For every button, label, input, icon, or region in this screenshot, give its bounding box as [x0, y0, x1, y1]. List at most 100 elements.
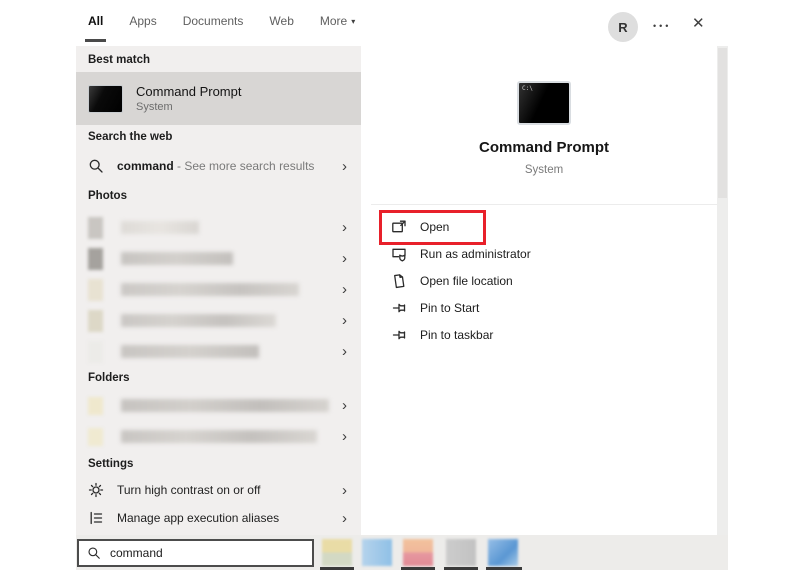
action-open-file-location[interactable]: Open file location	[371, 267, 717, 294]
taskbar-app-icon-1[interactable]	[322, 539, 352, 566]
photo-thumbnail-redacted	[88, 279, 103, 301]
redacted-text	[121, 221, 199, 234]
action-label: Run as administrator	[420, 247, 531, 261]
action-open[interactable]: Open	[371, 213, 717, 240]
scrollbar[interactable]	[717, 46, 728, 570]
photo-thumbnail-redacted	[88, 310, 103, 332]
photo-thumbnail-redacted	[88, 341, 103, 363]
search-icon	[87, 546, 101, 560]
tab-apps[interactable]: Apps	[129, 14, 156, 34]
tab-apps-label: Apps	[129, 14, 156, 28]
best-match-title: Command Prompt	[136, 84, 241, 99]
tab-all[interactable]: All	[88, 14, 103, 34]
web-search-text: command - See more search results	[117, 159, 314, 173]
open-icon	[391, 219, 407, 235]
preview-subtitle: System	[371, 164, 717, 176]
chevron-right-icon: ›	[342, 220, 347, 235]
taskbar-app-icon-3[interactable]	[403, 539, 433, 566]
chevron-right-icon: ›	[342, 344, 347, 359]
folder-icon-redacted	[88, 397, 103, 415]
redacted-text	[121, 430, 317, 443]
search-input[interactable]	[110, 546, 304, 560]
scrollbar-thumb[interactable]	[718, 48, 727, 198]
search-filter-tabs: All Apps Documents Web More ▾	[88, 14, 355, 34]
preview-panel: C:\ Command Prompt System Open Run as ad…	[371, 57, 717, 537]
folder-icon-redacted	[88, 428, 103, 446]
taskbar-app-icon-4[interactable]	[446, 539, 476, 566]
section-label-folders: Folders	[88, 372, 130, 384]
high-contrast-icon	[88, 482, 104, 498]
tab-web-label: Web	[269, 14, 293, 28]
chevron-right-icon: ›	[342, 398, 347, 413]
action-list: Open Run as administrator Open file loca…	[371, 213, 717, 348]
more-options-icon[interactable]: •••	[653, 21, 671, 31]
action-label: Open	[420, 220, 449, 234]
file-location-icon	[391, 273, 407, 289]
action-label: Pin to Start	[420, 301, 479, 315]
pin-icon	[391, 300, 407, 316]
photo-result-row[interactable]: ›	[76, 212, 361, 243]
section-label-photos: Photos	[88, 190, 127, 202]
folder-result-row[interactable]: ›	[76, 421, 361, 452]
command-prompt-icon-large: C:\	[517, 81, 571, 125]
tab-more[interactable]: More ▾	[320, 14, 355, 34]
taskbar-app-icon-2[interactable]	[362, 539, 392, 566]
redacted-text	[121, 345, 259, 358]
taskbar-open-indicator	[320, 567, 354, 570]
chevron-right-icon: ›	[342, 282, 347, 297]
best-match-result-command-prompt[interactable]: Command Prompt System	[76, 72, 361, 125]
photo-result-row[interactable]: ›	[76, 274, 361, 305]
setting-high-contrast[interactable]: Turn high contrast on or off ›	[76, 476, 361, 504]
action-label: Open file location	[420, 274, 513, 288]
avatar-letter: R	[618, 20, 627, 35]
chevron-down-icon: ▾	[351, 17, 355, 26]
redacted-text	[121, 283, 299, 296]
chevron-right-icon: ›	[342, 251, 347, 266]
chevron-right-icon: ›	[342, 159, 347, 174]
photo-thumbnail-redacted	[88, 248, 103, 270]
web-search-query: command	[117, 159, 174, 173]
chevron-right-icon: ›	[342, 313, 347, 328]
close-icon[interactable]: ✕	[692, 16, 705, 31]
section-label-search-web: Search the web	[88, 131, 172, 143]
taskbar-open-indicator	[486, 567, 522, 570]
tab-web[interactable]: Web	[269, 14, 293, 34]
list-icon	[88, 510, 104, 526]
best-match-subtitle: System	[136, 101, 241, 113]
tab-more-label: More	[320, 14, 347, 28]
setting-app-aliases[interactable]: Manage app execution aliases ›	[76, 504, 361, 532]
action-pin-to-taskbar[interactable]: Pin to taskbar	[371, 321, 717, 348]
taskbar-open-indicator	[444, 567, 478, 570]
redacted-text	[121, 252, 233, 265]
taskbar-open-indicator	[401, 567, 435, 570]
redacted-text	[121, 314, 276, 327]
setting-label: Manage app execution aliases	[117, 511, 279, 525]
action-label: Pin to taskbar	[420, 328, 493, 342]
tab-documents-label: Documents	[183, 14, 244, 28]
setting-label: Turn high contrast on or off	[117, 483, 260, 497]
chevron-right-icon: ›	[342, 483, 347, 498]
taskbar-search-box[interactable]	[77, 539, 314, 567]
photo-result-row[interactable]: ›	[76, 336, 361, 367]
chevron-right-icon: ›	[342, 429, 347, 444]
search-results-panel: Best match Command Prompt System Search …	[76, 46, 361, 535]
tab-documents[interactable]: Documents	[183, 14, 244, 34]
redacted-text	[121, 399, 329, 412]
pin-icon	[391, 327, 407, 343]
user-avatar[interactable]: R	[608, 12, 638, 42]
action-run-as-administrator[interactable]: Run as administrator	[371, 240, 717, 267]
chevron-right-icon: ›	[342, 511, 347, 526]
photo-result-row[interactable]: ›	[76, 305, 361, 336]
web-search-result[interactable]: command - See more search results ›	[76, 150, 361, 182]
search-icon	[88, 158, 104, 174]
command-prompt-icon	[88, 85, 123, 113]
web-search-hint: - See more search results	[174, 159, 315, 173]
folder-result-row[interactable]: ›	[76, 390, 361, 421]
action-pin-to-start[interactable]: Pin to Start	[371, 294, 717, 321]
preview-title: Command Prompt	[371, 139, 717, 156]
taskbar-app-icon-5[interactable]	[488, 539, 518, 566]
photo-result-row[interactable]: ›	[76, 243, 361, 274]
section-label-best-match: Best match	[88, 54, 150, 66]
command-prompt-icon-text: C:\	[522, 85, 533, 92]
section-label-settings: Settings	[88, 458, 133, 470]
